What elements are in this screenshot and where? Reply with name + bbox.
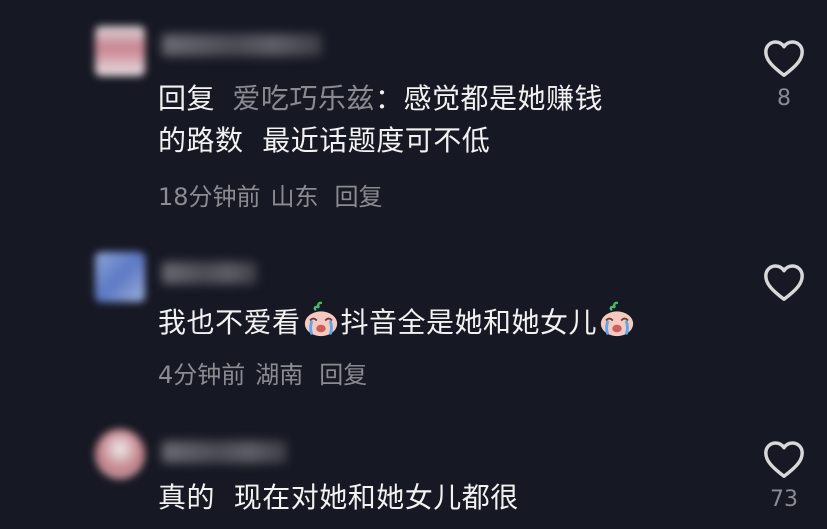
username[interactable] (162, 34, 322, 56)
avatar[interactable] (95, 26, 145, 76)
comment-meta: 4分钟前 湖南 回复 (158, 360, 377, 390)
username[interactable] (162, 441, 287, 463)
avatar[interactable] (95, 252, 145, 302)
comment-location: 山东 (270, 183, 319, 211)
comment-text-line2: 的路数 最近话题度可不低 (158, 124, 491, 157)
comment-text-line1: ：感觉都是她赚钱 (374, 82, 603, 115)
comment-text-part1: 我也不爱看 (158, 306, 301, 339)
username[interactable] (162, 262, 257, 284)
like-count: 8 (777, 86, 791, 111)
comment-location: 湖南 (255, 361, 304, 389)
heart-outline-icon (764, 264, 804, 301)
like-button[interactable] (760, 262, 808, 310)
reply-prefix: 回复 (158, 82, 216, 115)
comment-text: 我也不爱看 抖音全是她和她女儿 (158, 300, 748, 344)
reply-button[interactable]: 回复 (335, 183, 383, 211)
like-button[interactable]: 73 (760, 439, 808, 512)
comment-meta: 18分钟前 山东 回复 (158, 182, 393, 212)
comment-item: 我也不爱看 抖音全是她和她女儿 4分钟前 湖南 回复 (0, 240, 827, 410)
comment-item: 回复 爱吃巧乐兹：感觉都是她赚钱 的路数 最近话题度可不低 18分钟前 山东 回复 … (0, 0, 827, 230)
avatar[interactable] (95, 429, 145, 479)
comment-text: 回复 爱吃巧乐兹：感觉都是她赚钱 的路数 最近话题度可不低 (158, 78, 748, 162)
crying-face-emoji-icon (600, 301, 634, 337)
heart-outline-icon (764, 40, 804, 78)
comment-text-part2: 抖音全是她和她女儿 (340, 306, 598, 339)
comment-time: 18分钟前 (158, 183, 261, 211)
reply-target-username[interactable]: 爱吃巧乐兹 (232, 82, 375, 115)
heart-outline-icon (764, 441, 804, 478)
crying-face-emoji-icon (304, 301, 337, 337)
comment-text-line1: 真的 现在对她和她女儿都很 (158, 481, 519, 514)
like-count: 73 (770, 487, 798, 512)
comment-text: 真的 现在对她和她女儿都很 (158, 477, 748, 519)
comment-item: 真的 现在对她和她女儿都很 73 (0, 415, 827, 529)
reply-button[interactable]: 回复 (319, 361, 367, 389)
comment-time: 4分钟前 (158, 361, 246, 389)
like-button[interactable]: 8 (760, 38, 808, 111)
